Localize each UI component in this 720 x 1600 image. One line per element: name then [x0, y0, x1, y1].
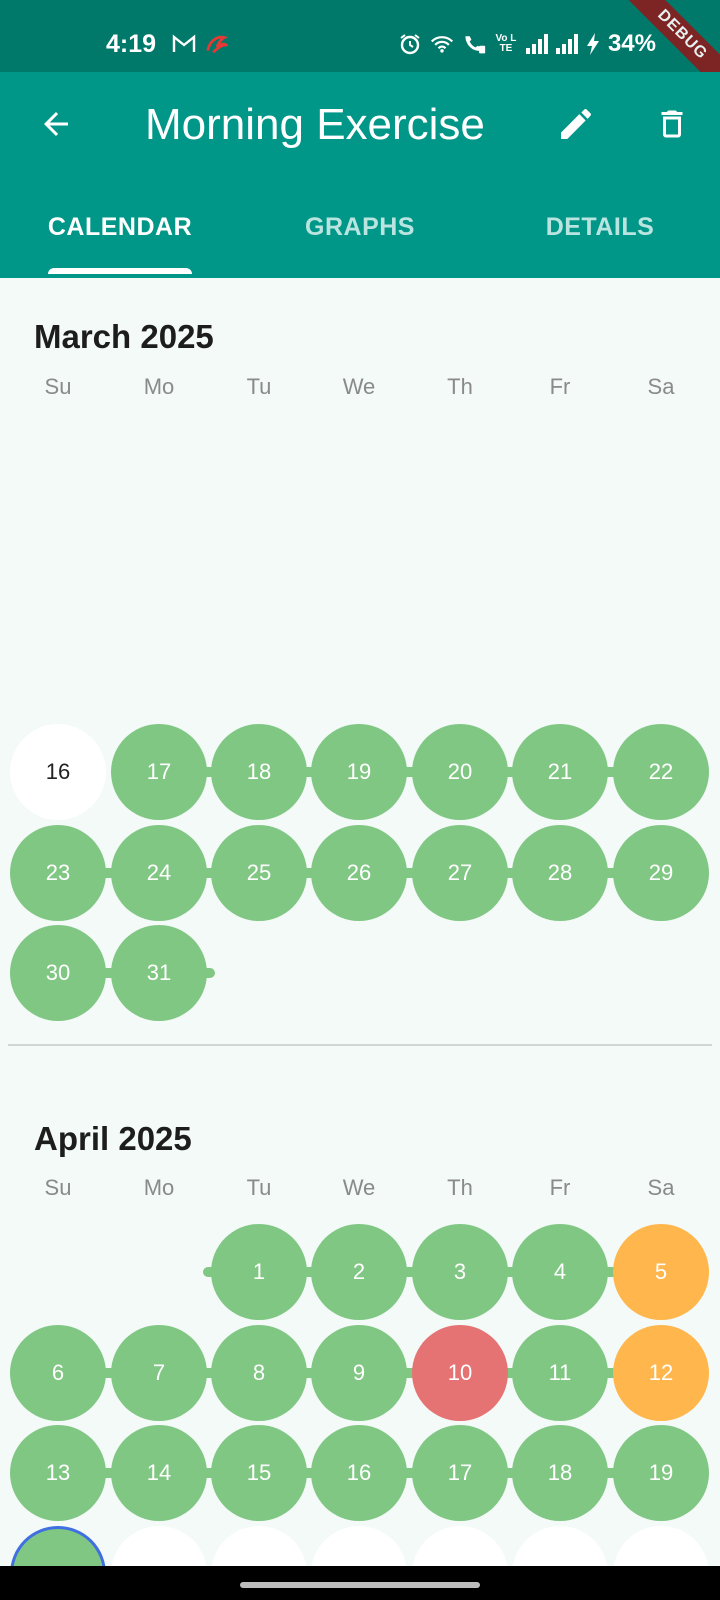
calendar-day[interactable]: 29 — [613, 825, 709, 921]
status-right-icons: Vo LTE 34% — [398, 30, 656, 58]
calendar-day[interactable]: 9 — [311, 1325, 407, 1421]
calendar-day[interactable]: 25 — [211, 825, 307, 921]
tab-details[interactable]: DETAILS — [480, 202, 720, 278]
weekday-label: Fr — [549, 374, 571, 399]
month-divider — [8, 1044, 712, 1046]
month-title: March 2025 — [34, 318, 214, 355]
calendar-day[interactable]: 13 — [10, 1425, 106, 1521]
calendar-day[interactable]: 7 — [111, 1325, 207, 1421]
calendar-day[interactable]: 4 — [512, 1224, 608, 1320]
tab-bar: CALENDAR GRAPHS DETAILS — [0, 202, 720, 278]
calendar-day[interactable]: 17 — [412, 1425, 508, 1521]
calendar-day[interactable]: 16 — [311, 1425, 407, 1521]
month-title: April 2025 — [34, 1120, 192, 1157]
calendar-day[interactable]: 31 — [111, 925, 207, 1021]
volte-label: Vo LTE — [495, 33, 517, 54]
calendar-day[interactable]: 2 — [311, 1224, 407, 1320]
airtel-icon — [204, 32, 228, 56]
calendar-day[interactable]: 8 — [211, 1325, 307, 1421]
weekday-label: Su — [44, 374, 72, 399]
status-left-icons — [172, 32, 228, 56]
gmail-icon — [172, 32, 196, 56]
weekday-label: Sa — [647, 374, 675, 399]
calendar-day[interactable]: 3 — [412, 1224, 508, 1320]
back-button[interactable] — [32, 100, 80, 148]
weekday-label: Th — [447, 1175, 473, 1200]
wifi-icon — [430, 32, 454, 56]
calendar-day[interactable]: 22 — [613, 724, 709, 820]
alarm-icon — [398, 32, 422, 56]
volte-icon: Vo LTE — [494, 32, 518, 56]
arrow-back-icon — [44, 112, 68, 136]
calendar-day[interactable]: 14 — [111, 1425, 207, 1521]
calendar-day[interactable]: 10 — [412, 1325, 508, 1421]
calendar-day[interactable]: 15 — [211, 1425, 307, 1521]
status-time: 4:19 — [106, 30, 157, 58]
calendar-day[interactable]: 18 — [211, 724, 307, 820]
weekday-label: We — [342, 374, 376, 399]
calendar-day[interactable]: 18 — [512, 1425, 608, 1521]
calendar-day[interactable]: 5 — [613, 1224, 709, 1320]
calendar-day[interactable]: 16 — [10, 724, 106, 820]
calendar-day[interactable]: 26 — [311, 825, 407, 921]
app-bar: Morning Exercise CALENDAR GRAPHS DETAILS — [0, 72, 720, 278]
calendar-day[interactable]: 1 — [211, 1224, 307, 1320]
calendar-day[interactable]: 17 — [111, 724, 207, 820]
weekday-label: Sa — [647, 1175, 675, 1200]
calendar-day[interactable]: 28 — [512, 825, 608, 921]
weekday-label: Su — [44, 1175, 72, 1200]
charging-icon — [586, 32, 600, 56]
gesture-handle[interactable] — [240, 1582, 480, 1588]
tab-calendar[interactable]: CALENDAR — [0, 202, 240, 278]
calendar-day[interactable]: 11 — [512, 1325, 608, 1421]
delete-button[interactable] — [648, 100, 696, 148]
calendar-day[interactable]: 19 — [613, 1425, 709, 1521]
weekday-label: Tu — [246, 1175, 272, 1200]
weekday-label: Th — [447, 374, 473, 399]
weekday-label: Tu — [246, 374, 272, 399]
status-bar: 4:19 Vo LTE 34% DEBUG — [0, 0, 720, 101]
weekday-label: We — [342, 1175, 376, 1200]
tab-graphs[interactable]: GRAPHS — [240, 202, 480, 278]
calendar-day[interactable]: 23 — [10, 825, 106, 921]
calendar-day[interactable]: 21 — [512, 724, 608, 820]
page-title: Morning Exercise — [145, 100, 485, 149]
calendar-day[interactable]: 24 — [111, 825, 207, 921]
signal-icon — [525, 34, 548, 54]
weekday-label: Mo — [143, 374, 175, 399]
calendar-day[interactable]: 6 — [10, 1325, 106, 1421]
calendar-day[interactable]: 19 — [311, 724, 407, 820]
weekday-label: Mo — [143, 1175, 175, 1200]
edit-button[interactable] — [552, 100, 600, 148]
calendar-day[interactable]: 20 — [412, 724, 508, 820]
trash-icon — [661, 110, 683, 138]
weekday-label: Fr — [549, 1175, 571, 1200]
calendar-day[interactable]: 27 — [412, 825, 508, 921]
pencil-icon — [561, 109, 591, 139]
wifi-calling-icon — [462, 32, 486, 56]
battery-percent: 34% — [607, 30, 656, 57]
tab-indicator — [48, 268, 192, 274]
calendar-day[interactable]: 30 — [10, 925, 106, 1021]
signal-icon — [555, 34, 578, 54]
calendar-day[interactable]: 12 — [613, 1325, 709, 1421]
